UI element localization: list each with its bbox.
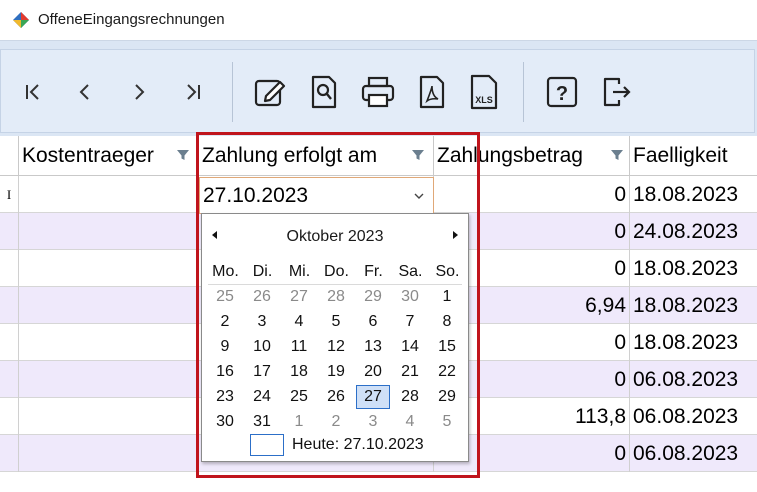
search-icon xyxy=(311,75,337,109)
help-icon: ? xyxy=(546,76,578,108)
column-header-faelligkeit[interactable]: Faelligkeit xyxy=(630,136,757,176)
cell-faelligkeit[interactable]: 24.08.2023 xyxy=(630,213,757,250)
cell-faelligkeit[interactable]: 18.08.2023 xyxy=(630,176,757,213)
pdf-icon xyxy=(419,75,445,109)
toolbar-panel: XLS ? xyxy=(0,49,755,133)
last-icon xyxy=(187,84,200,100)
cell-kostentraeger[interactable] xyxy=(19,213,199,250)
xls-icon: XLS xyxy=(470,74,498,110)
cell-kostentraeger[interactable] xyxy=(19,435,199,472)
exit-icon xyxy=(603,77,631,107)
toolbar-separator xyxy=(232,62,233,122)
row-header-corner xyxy=(0,136,19,176)
print-button[interactable] xyxy=(358,70,398,114)
cell-kostentraeger[interactable] xyxy=(19,398,199,435)
row-indicator[interactable] xyxy=(0,324,19,361)
cell-faelligkeit[interactable]: 18.08.2023 xyxy=(630,324,757,361)
cell-faelligkeit[interactable]: 18.08.2023 xyxy=(630,250,757,287)
edit-icon xyxy=(254,79,286,107)
row-indicator[interactable] xyxy=(0,398,19,435)
cell-faelligkeit[interactable]: 06.08.2023 xyxy=(630,435,757,472)
next-record-button[interactable] xyxy=(119,70,159,114)
print-icon xyxy=(361,76,395,108)
cell-kostentraeger[interactable] xyxy=(19,287,199,324)
filter-icon[interactable] xyxy=(610,148,624,162)
svg-text:XLS: XLS xyxy=(475,95,493,105)
edit-button[interactable] xyxy=(250,70,290,114)
cell-kostentraeger[interactable] xyxy=(19,361,199,398)
first-icon xyxy=(26,84,39,100)
row-indicator[interactable] xyxy=(0,287,19,324)
cell-faelligkeit[interactable]: 18.08.2023 xyxy=(630,287,757,324)
column-header-label: Faelligkeit xyxy=(633,144,728,167)
exit-button[interactable] xyxy=(597,70,637,114)
cell-kostentraeger[interactable] xyxy=(19,324,199,361)
cell-faelligkeit[interactable]: 06.08.2023 xyxy=(630,361,757,398)
column-header-kostentraeger[interactable]: Kostentraeger xyxy=(19,136,199,176)
last-record-button[interactable] xyxy=(173,70,213,114)
row-indicator[interactable] xyxy=(0,213,19,250)
xls-export-button[interactable]: XLS xyxy=(464,70,504,114)
row-indicator[interactable] xyxy=(0,250,19,287)
cell-kostentraeger[interactable] xyxy=(19,250,199,287)
toolbar: XLS ? xyxy=(0,40,757,136)
window-title: OffeneEingangsrechnungen xyxy=(38,11,225,28)
row-indicator[interactable]: I xyxy=(0,176,19,213)
row-indicator[interactable] xyxy=(0,361,19,398)
pdf-export-button[interactable] xyxy=(412,70,452,114)
filter-icon[interactable] xyxy=(176,148,190,162)
cell-kostentraeger[interactable] xyxy=(19,176,199,213)
search-button[interactable] xyxy=(304,70,344,114)
next-icon xyxy=(135,84,145,100)
first-record-button[interactable] xyxy=(13,70,53,114)
cell-faelligkeit[interactable]: 06.08.2023 xyxy=(630,398,757,435)
column-header-label: Kostentraeger xyxy=(22,144,154,167)
app-icon xyxy=(13,12,29,28)
title-bar: OffeneEingangsrechnungen xyxy=(0,0,757,40)
previous-icon xyxy=(79,84,89,100)
row-indicator[interactable] xyxy=(0,435,19,472)
svg-text:?: ? xyxy=(556,83,568,105)
help-button[interactable]: ? xyxy=(542,70,582,114)
toolbar-separator xyxy=(523,62,524,122)
highlight-frame xyxy=(196,132,480,478)
previous-record-button[interactable] xyxy=(65,70,105,114)
